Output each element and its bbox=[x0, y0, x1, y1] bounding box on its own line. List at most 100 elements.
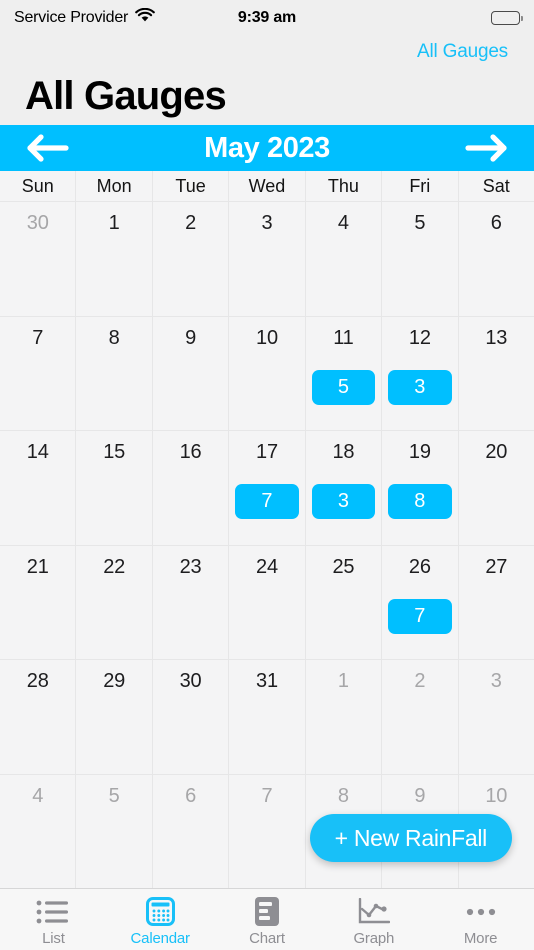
calendar-week-row: 21 22 23 24 25 26 7 27 bbox=[0, 544, 534, 659]
new-rainfall-button[interactable]: + New RainFall bbox=[309, 814, 512, 862]
calendar-day-cell[interactable]: 15 bbox=[76, 431, 153, 545]
calendar-day-cell[interactable]: 8 bbox=[76, 316, 153, 430]
day-number: 7 bbox=[261, 784, 273, 807]
calendar-day-cell[interactable]: 19 8 bbox=[382, 431, 459, 545]
calendar-day-cell[interactable]: 26 7 bbox=[382, 545, 459, 659]
calendar-day-cell[interactable]: 10 bbox=[229, 316, 306, 430]
calendar-day-cell[interactable]: 5 bbox=[76, 774, 153, 888]
calendar-day-cell[interactable]: 1 bbox=[76, 202, 153, 316]
calendar-day-cell[interactable]: 25 bbox=[305, 545, 383, 659]
arrow-left-icon bbox=[27, 134, 69, 162]
calendar-day-cell[interactable]: 13 bbox=[458, 316, 534, 430]
battery-full-icon bbox=[491, 11, 523, 25]
tab-calendar[interactable]: Calendar bbox=[107, 889, 214, 950]
day-number: 18 bbox=[332, 441, 355, 463]
calendar-day-cell[interactable]: 6 bbox=[152, 774, 230, 888]
rainfall-badge[interactable]: 3 bbox=[388, 369, 452, 405]
day-number: 9 bbox=[414, 784, 426, 807]
list-icon bbox=[36, 897, 70, 927]
calendar-day-cell[interactable]: 5 bbox=[382, 202, 459, 316]
rainfall-badge[interactable]: 8 bbox=[388, 484, 452, 519]
calendar-day-cell[interactable]: 7 bbox=[229, 774, 306, 888]
calendar-day-cell[interactable]: 18 3 bbox=[305, 431, 383, 545]
prev-month-button[interactable] bbox=[22, 130, 78, 166]
rainfall-badge[interactable]: 7 bbox=[235, 484, 299, 519]
tab-label: More bbox=[463, 929, 498, 947]
day-number: 6 bbox=[490, 212, 502, 234]
calendar-day-cell[interactable]: 9 bbox=[152, 316, 230, 430]
all-gauges-link[interactable]: All Gauges bbox=[417, 41, 508, 63]
weekday-label-mon: Mon bbox=[76, 171, 153, 201]
day-number: 4 bbox=[337, 212, 349, 234]
day-number: 4 bbox=[32, 784, 44, 807]
app-root: Service Provider 9:39 am All Gauges All … bbox=[0, 0, 534, 950]
day-number: 2 bbox=[414, 670, 426, 692]
calendar-day-cell[interactable]: 31 bbox=[229, 660, 306, 774]
rainfall-badge[interactable]: 5 bbox=[311, 369, 376, 405]
tab-graph[interactable]: Graph bbox=[320, 889, 427, 950]
day-number: 16 bbox=[179, 441, 202, 463]
weekday-label-thu: Thu bbox=[306, 171, 383, 201]
calendar-week-row: 14 15 16 17 7 18 3 19 8 20 bbox=[0, 430, 534, 545]
page-title-row: All Gauges bbox=[0, 68, 534, 125]
tab-label: List bbox=[42, 929, 65, 947]
calendar-day-cell[interactable]: 27 bbox=[458, 545, 534, 659]
calendar-day-cell[interactable]: 20 bbox=[458, 431, 534, 545]
calendar-day-cell[interactable]: 12 3 bbox=[382, 316, 459, 430]
day-number: 19 bbox=[408, 441, 431, 463]
calendar-day-cell[interactable]: 16 bbox=[152, 431, 230, 545]
calendar-day-cell[interactable]: 7 bbox=[0, 316, 77, 430]
day-number: 21 bbox=[26, 555, 49, 578]
day-number: 7 bbox=[32, 326, 44, 349]
calendar-day-cell[interactable]: 1 bbox=[305, 660, 383, 774]
day-number: 3 bbox=[261, 212, 273, 234]
weekday-label-fri: Fri bbox=[382, 171, 459, 201]
day-number: 1 bbox=[108, 212, 120, 234]
day-number: 27 bbox=[485, 555, 508, 578]
calendar-day-cell[interactable]: 22 bbox=[76, 545, 153, 659]
day-number: 8 bbox=[108, 326, 120, 349]
wifi-icon bbox=[135, 7, 156, 28]
calendar-day-cell[interactable]: 3 bbox=[229, 202, 306, 316]
calendar-day-cell[interactable]: 2 bbox=[152, 202, 230, 316]
status-bar-left: Service Provider bbox=[14, 7, 156, 28]
calendar-day-cell[interactable]: 30 bbox=[152, 660, 230, 774]
day-number: 15 bbox=[103, 441, 126, 463]
tab-chart[interactable]: Chart bbox=[214, 889, 321, 950]
calendar-day-cell[interactable]: 30 bbox=[0, 202, 77, 316]
calendar-day-cell[interactable]: 4 bbox=[0, 774, 77, 888]
tab-list[interactable]: List bbox=[0, 889, 107, 950]
calendar-day-cell[interactable]: 23 bbox=[152, 545, 230, 659]
weekday-label-sun: Sun bbox=[0, 171, 77, 201]
status-bar: Service Provider 9:39 am bbox=[0, 0, 534, 36]
next-month-button[interactable] bbox=[456, 130, 512, 166]
carrier-label: Service Provider bbox=[14, 9, 129, 26]
tab-more[interactable]: More bbox=[427, 889, 534, 950]
calendar-day-cell[interactable]: 17 7 bbox=[229, 431, 306, 545]
calendar-day-cell[interactable]: 28 bbox=[0, 660, 77, 774]
day-number: 5 bbox=[414, 212, 426, 234]
rainfall-badge[interactable]: 7 bbox=[388, 598, 452, 634]
day-number: 23 bbox=[179, 555, 202, 578]
day-number: 10 bbox=[256, 326, 278, 349]
calendar-day-cell[interactable]: 24 bbox=[229, 545, 306, 659]
rainfall-badge[interactable]: 3 bbox=[311, 484, 376, 519]
day-number: 13 bbox=[485, 326, 508, 349]
calendar-day-cell[interactable]: 21 bbox=[0, 545, 77, 659]
calendar-day-cell[interactable]: 14 bbox=[0, 431, 77, 545]
day-number: 2 bbox=[185, 212, 197, 234]
month-title: May 2023 bbox=[204, 131, 330, 164]
calendar-day-cell[interactable]: 11 5 bbox=[305, 316, 383, 430]
day-number: 10 bbox=[485, 784, 508, 807]
weekday-label-wed: Wed bbox=[229, 171, 306, 201]
calendar-day-cell[interactable]: 6 bbox=[458, 202, 534, 316]
day-number: 26 bbox=[408, 555, 431, 578]
page-title: All Gauges bbox=[25, 74, 227, 118]
calendar-day-cell[interactable]: 2 bbox=[382, 660, 459, 774]
calendar-day-cell[interactable]: 3 bbox=[458, 660, 534, 774]
status-bar-right bbox=[491, 11, 523, 25]
calendar-day-cell[interactable]: 29 bbox=[76, 660, 153, 774]
tab-label: Graph bbox=[353, 929, 395, 947]
calendar-day-cell[interactable]: 4 bbox=[305, 202, 383, 316]
day-number: 3 bbox=[490, 670, 502, 692]
